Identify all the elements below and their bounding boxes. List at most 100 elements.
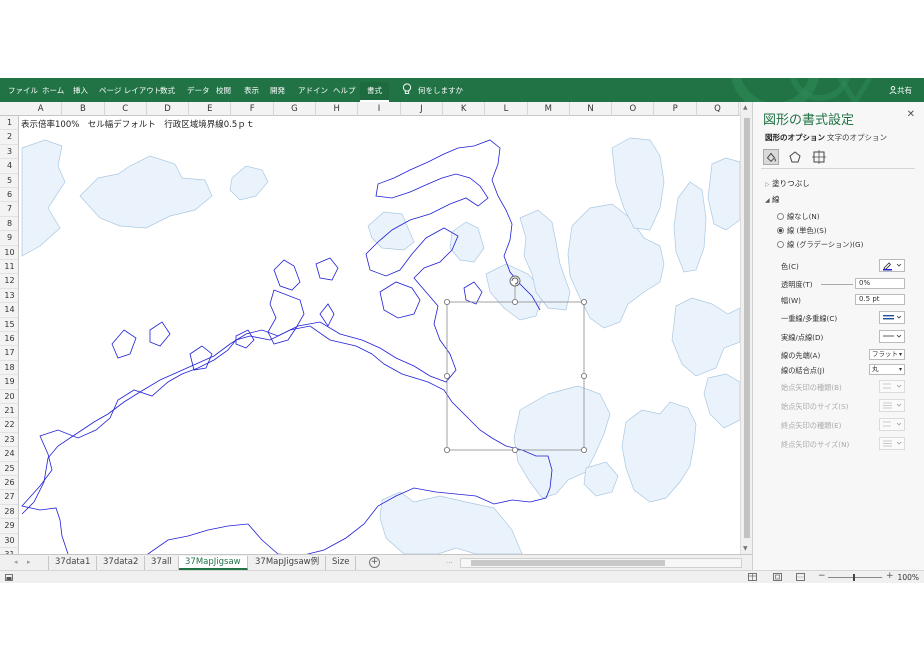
column-header-h[interactable]: H bbox=[316, 102, 359, 116]
zoom-in-button[interactable]: + bbox=[886, 571, 894, 581]
fill-section-header[interactable]: ▷ 塗りつぶし bbox=[765, 178, 810, 189]
tell-me-search[interactable]: 何をしますか bbox=[418, 85, 463, 96]
join-type-dropdown[interactable]: 丸 bbox=[869, 364, 905, 375]
row-header-20[interactable]: 20 bbox=[0, 390, 18, 404]
column-header-p[interactable]: P bbox=[655, 102, 697, 116]
size-properties-icon[interactable] bbox=[811, 149, 827, 165]
row-header-26[interactable]: 26 bbox=[0, 476, 18, 491]
sheet-tab-37mapjigsaw[interactable]: 37MapJigsaw bbox=[179, 556, 248, 570]
resize-handle[interactable] bbox=[443, 446, 450, 453]
width-input[interactable]: 0.5 pt bbox=[855, 294, 905, 305]
zoom-slider-thumb[interactable] bbox=[853, 574, 855, 581]
compound-type-button[interactable] bbox=[879, 311, 905, 324]
begin-arrow-type-button[interactable] bbox=[879, 380, 905, 393]
resize-handle[interactable] bbox=[443, 372, 450, 379]
row-header-14[interactable]: 14 bbox=[0, 303, 18, 318]
radio-no-line[interactable]: 線なし(N) bbox=[777, 212, 820, 222]
scroll-down-icon[interactable]: ▼ bbox=[743, 545, 748, 552]
tab-file[interactable]: ファイル bbox=[8, 85, 38, 96]
line-section-header[interactable]: ◢ 線 bbox=[765, 194, 780, 205]
horizontal-scroll-thumb[interactable] bbox=[471, 560, 665, 566]
row-header-28[interactable]: 28 bbox=[0, 505, 18, 520]
column-header-f[interactable]: F bbox=[232, 102, 274, 116]
column-header-b[interactable]: B bbox=[62, 102, 105, 116]
transparency-slider[interactable] bbox=[821, 284, 853, 285]
zoom-out-button[interactable]: − bbox=[818, 571, 826, 581]
sheet-tab-size[interactable]: Size bbox=[326, 556, 357, 570]
column-header-q[interactable]: Q bbox=[697, 102, 740, 116]
row-header-27[interactable]: 27 bbox=[0, 490, 18, 505]
vertical-scrollbar[interactable]: ▲ ▼ bbox=[740, 102, 752, 554]
resize-handle[interactable] bbox=[581, 446, 588, 453]
scroll-up-icon[interactable]: ▲ bbox=[743, 104, 748, 111]
end-arrow-size-button[interactable] bbox=[879, 437, 905, 450]
column-header-e[interactable]: E bbox=[189, 102, 232, 116]
column-header-g[interactable]: G bbox=[274, 102, 317, 116]
row-header-5[interactable]: 5 bbox=[0, 174, 18, 188]
row-header-4[interactable]: 4 bbox=[0, 159, 18, 174]
end-arrow-type-button[interactable] bbox=[879, 418, 905, 431]
row-header-23[interactable]: 23 bbox=[0, 433, 18, 448]
effects-pentagon-icon[interactable] bbox=[787, 149, 803, 165]
row-header-24[interactable]: 24 bbox=[0, 447, 18, 462]
tab-data[interactable]: データ bbox=[187, 85, 210, 96]
row-header-3[interactable]: 3 bbox=[0, 145, 18, 160]
tab-formulas[interactable]: 数式 bbox=[160, 85, 175, 96]
row-header-17[interactable]: 17 bbox=[0, 346, 18, 361]
row-header-2[interactable]: 2 bbox=[0, 130, 18, 145]
begin-arrow-size-button[interactable] bbox=[879, 399, 905, 412]
worksheet-grid[interactable]: 表示倍率100% セル幅デフォルト 行政区域境界線0.5ｐｔ bbox=[19, 116, 740, 554]
tab-insert[interactable]: 挿入 bbox=[73, 85, 88, 96]
tab-text-options[interactable]: 文字のオプション bbox=[827, 132, 887, 143]
row-header-18[interactable]: 18 bbox=[0, 361, 18, 376]
column-header-j[interactable]: J bbox=[401, 102, 443, 116]
row-header-19[interactable]: 19 bbox=[0, 375, 18, 390]
tab-view[interactable]: 表示 bbox=[244, 85, 259, 96]
resize-handle[interactable] bbox=[512, 446, 519, 453]
row-header-6[interactable]: 6 bbox=[0, 188, 18, 203]
zoom-level[interactable]: 100% bbox=[898, 573, 919, 582]
row-header-10[interactable]: 10 bbox=[0, 246, 18, 260]
column-header-m[interactable]: M bbox=[528, 102, 570, 116]
resize-handle[interactable] bbox=[443, 298, 450, 305]
rotate-handle-icon[interactable] bbox=[509, 275, 521, 287]
row-header-8[interactable]: 8 bbox=[0, 217, 18, 232]
prev-sheet-icon[interactable]: ◂ bbox=[14, 558, 18, 566]
share-button[interactable]: 共有 bbox=[889, 85, 912, 96]
row-header-13[interactable]: 13 bbox=[0, 289, 18, 304]
tab-help[interactable]: ヘルプ bbox=[333, 85, 356, 96]
sheet-tab-37data1[interactable]: 37data1 bbox=[48, 556, 98, 570]
cap-type-dropdown[interactable]: フラット bbox=[869, 349, 905, 360]
selection-box[interactable] bbox=[19, 116, 740, 554]
sheet-tab-37data2[interactable]: 37data2 bbox=[97, 556, 146, 570]
row-header-12[interactable]: 12 bbox=[0, 274, 18, 289]
row-header-21[interactable]: 21 bbox=[0, 404, 18, 419]
close-icon[interactable]: ✕ bbox=[907, 109, 915, 120]
column-header-k[interactable]: K bbox=[443, 102, 486, 116]
tab-format[interactable]: 書式 bbox=[360, 82, 389, 102]
column-header-o[interactable]: O bbox=[612, 102, 655, 116]
vertical-scroll-thumb[interactable] bbox=[744, 118, 750, 538]
column-header-i[interactable]: I bbox=[358, 102, 401, 116]
tab-home[interactable]: ホーム bbox=[42, 85, 64, 96]
column-header-d[interactable]: D bbox=[147, 102, 190, 116]
row-header-7[interactable]: 7 bbox=[0, 202, 18, 217]
column-header-c[interactable]: C bbox=[105, 102, 147, 116]
fill-line-icon[interactable] bbox=[763, 149, 779, 165]
sheet-tab-37mapjigsaw-example[interactable]: 37MapJigsaw例 bbox=[249, 556, 327, 570]
tab-addins[interactable]: アドイン bbox=[298, 85, 328, 96]
row-header-1[interactable]: 1 bbox=[0, 116, 18, 131]
dash-type-button[interactable] bbox=[879, 330, 905, 343]
transparency-input[interactable]: 0% bbox=[855, 278, 905, 289]
sheet-tab-37all[interactable]: 37all bbox=[145, 556, 179, 570]
row-header-30[interactable]: 30 bbox=[0, 534, 18, 548]
resize-handle[interactable] bbox=[581, 298, 588, 305]
line-color-button[interactable] bbox=[879, 259, 905, 272]
add-sheet-button[interactable]: + bbox=[369, 557, 380, 568]
tab-shape-options[interactable]: 図形のオプション bbox=[765, 132, 825, 143]
page-layout-view-icon[interactable] bbox=[773, 573, 782, 581]
column-header-l[interactable]: L bbox=[485, 102, 528, 116]
page-break-view-icon[interactable] bbox=[796, 573, 805, 581]
column-header-a[interactable]: A bbox=[20, 102, 63, 116]
resize-handle[interactable] bbox=[581, 372, 588, 379]
